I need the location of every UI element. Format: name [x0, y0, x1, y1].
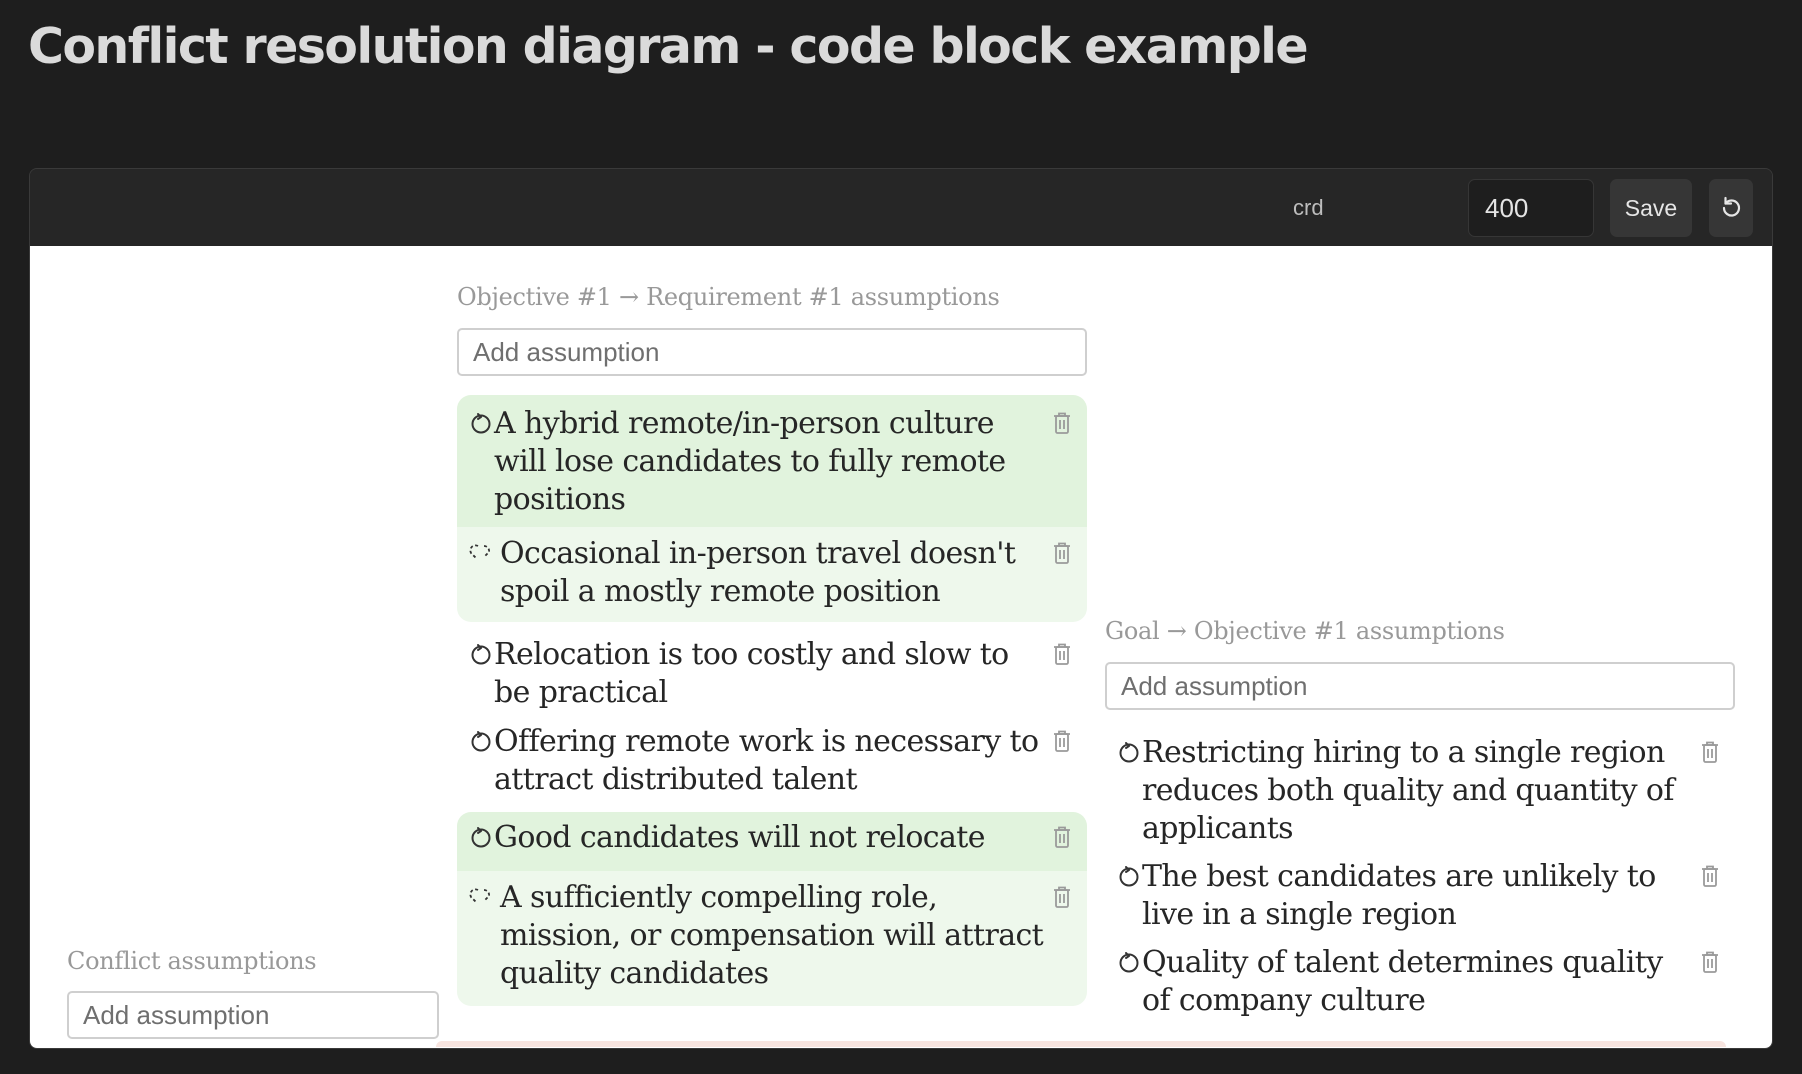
assumption-text: Good candidates will not relocate	[494, 820, 985, 855]
assumption-group: A hybrid remote/in-person culture will l…	[457, 395, 1087, 622]
requirement-add-assumption-input[interactable]	[457, 328, 1087, 376]
goal-assumptions-label: Goal → Objective #1 assumptions	[1105, 617, 1505, 645]
assumption-icon	[1116, 950, 1142, 976]
trash-icon[interactable]	[1049, 642, 1075, 670]
conflict-add-assumption-input[interactable]	[67, 991, 439, 1039]
assumption-icon	[468, 642, 494, 668]
broken-link-icon	[468, 885, 494, 911]
assumption-text: Offering remote work is necessary to att…	[494, 724, 1039, 797]
assumption-item[interactable]: A hybrid remote/in-person culture will l…	[457, 395, 1087, 527]
assumption-item[interactable]: Restricting hiring to a single region re…	[1105, 728, 1735, 846]
conflict-section-edge	[436, 1041, 1726, 1047]
assumption-text: A sufficiently compelling role, mission,…	[500, 880, 1044, 991]
broken-link-icon	[468, 541, 494, 567]
trash-icon[interactable]	[1049, 541, 1075, 569]
code-block-toolbar: crd Save	[30, 169, 1772, 246]
assumption-group: Quality of talent determines quality of …	[1105, 938, 1735, 1020]
assumption-item[interactable]: A sufficiently compelling role, mission,…	[457, 871, 1087, 1006]
assumption-item[interactable]: Quality of talent determines quality of …	[1105, 938, 1735, 1020]
assumption-text: The best candidates are unlikely to live…	[1142, 859, 1656, 932]
trash-icon[interactable]	[1049, 729, 1075, 757]
language-label: crd	[1293, 195, 1324, 220]
save-button[interactable]: Save	[1610, 179, 1692, 237]
conflict-assumptions-label: Conflict assumptions	[67, 947, 317, 975]
trash-icon[interactable]	[1049, 411, 1075, 439]
assumption-icon	[468, 825, 494, 851]
assumption-group: Restricting hiring to a single region re…	[1105, 728, 1735, 846]
trash-icon[interactable]	[1697, 950, 1723, 978]
trash-icon[interactable]	[1049, 825, 1075, 853]
assumption-text: Occasional in-person travel doesn't spoi…	[500, 536, 1016, 609]
assumption-item[interactable]: The best candidates are unlikely to live…	[1105, 852, 1735, 932]
assumption-text: A hybrid remote/in-person culture will l…	[494, 406, 1006, 517]
page-title: Conflict resolution diagram - code block…	[28, 18, 1309, 75]
assumption-icon	[1116, 740, 1142, 766]
height-input[interactable]	[1468, 179, 1594, 237]
diagram-canvas: Objective #1 → Requirement #1 assumption…	[30, 246, 1772, 1048]
assumption-text: Quality of talent determines quality of …	[1142, 945, 1663, 1018]
trash-icon[interactable]	[1049, 885, 1075, 913]
requirement-assumptions-label: Objective #1 → Requirement #1 assumption…	[457, 283, 1000, 311]
trash-icon[interactable]	[1697, 864, 1723, 892]
reset-button[interactable]	[1709, 179, 1753, 237]
reset-icon	[1720, 195, 1742, 222]
assumption-group: The best candidates are unlikely to live…	[1105, 852, 1735, 932]
assumption-item[interactable]: Relocation is too costly and slow to be …	[457, 630, 1087, 710]
assumption-icon	[468, 729, 494, 755]
goal-add-assumption-input[interactable]	[1105, 662, 1735, 710]
code-block: crd Save Objective #1 → Requirement #1 a…	[29, 168, 1773, 1049]
assumption-item[interactable]: Occasional in-person travel doesn't spoi…	[457, 527, 1087, 622]
assumption-item[interactable]: Offering remote work is necessary to att…	[457, 717, 1087, 797]
assumption-icon	[1116, 864, 1142, 890]
assumption-text: Restricting hiring to a single region re…	[1142, 735, 1674, 846]
assumption-icon	[468, 411, 494, 437]
assumption-group: Relocation is too costly and slow to be …	[457, 630, 1087, 710]
assumption-group: Offering remote work is necessary to att…	[457, 717, 1087, 797]
assumption-text: Relocation is too costly and slow to be …	[494, 637, 1009, 710]
assumption-group: Good candidates will not relocate A suff…	[457, 812, 1087, 1006]
assumption-item[interactable]: Good candidates will not relocate	[457, 812, 1087, 871]
trash-icon[interactable]	[1697, 740, 1723, 768]
